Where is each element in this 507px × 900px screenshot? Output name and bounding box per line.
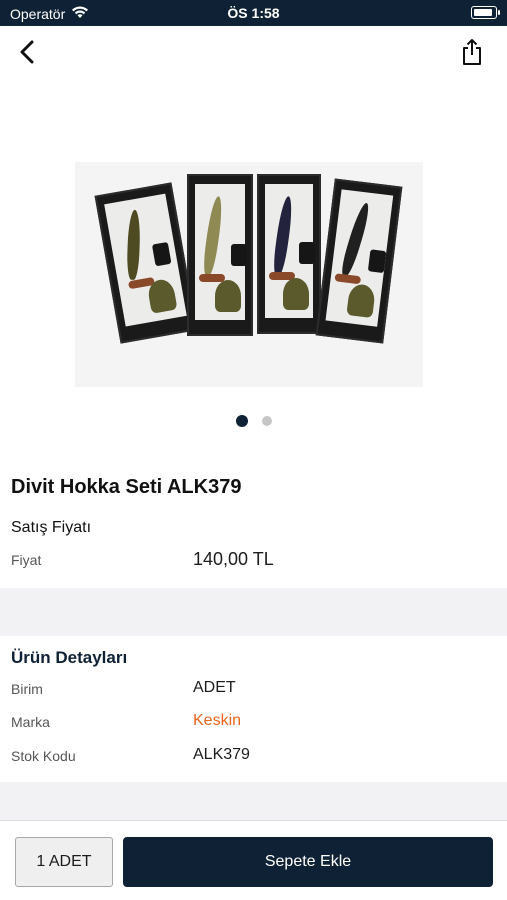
share-icon: [461, 38, 483, 71]
back-button[interactable]: [12, 38, 42, 70]
status-bar: Operatör ÖS 1:58: [0, 0, 507, 26]
stock-code-label: Stok Kodu: [11, 748, 76, 764]
unit-value: ADET: [193, 679, 236, 696]
brand-label: Marka: [11, 714, 50, 730]
unit-label: Birim: [11, 681, 43, 697]
details-heading: Ürün Detayları: [11, 648, 128, 667]
product-image-gallery[interactable]: [0, 82, 507, 402]
product-photo: [75, 162, 423, 387]
pen-set-box: [187, 174, 253, 336]
section-divider: [0, 782, 507, 820]
share-button[interactable]: [457, 38, 487, 70]
status-time: ÖS 1:58: [227, 5, 280, 21]
price-heading: Satış Fiyatı: [11, 519, 92, 536]
add-to-cart-button[interactable]: Sepete Ekle: [123, 837, 493, 887]
battery-icon: [471, 6, 500, 19]
section-divider: [0, 588, 507, 636]
gallery-dot-2[interactable]: [261, 416, 272, 426]
gallery-page-indicator[interactable]: [0, 415, 507, 427]
pen-set-box: [257, 174, 321, 334]
bottom-action-bar: 1 ADET Sepete Ekle: [0, 820, 507, 900]
price-label: Fiyat: [11, 552, 42, 568]
quantity-button[interactable]: 1 ADET: [15, 837, 113, 887]
pen-set-box: [315, 178, 403, 344]
chevron-left-icon: [19, 40, 35, 69]
gallery-dot-1[interactable]: [235, 415, 248, 427]
stock-code-value: ALK379: [193, 746, 250, 763]
navigation-bar: [0, 26, 507, 82]
pen-set-box: [94, 182, 198, 344]
brand-link[interactable]: Keskin: [193, 712, 241, 730]
price-value: 140,00 TL: [193, 549, 274, 569]
product-title: Divit Hokka Seti ALK379: [11, 476, 242, 498]
